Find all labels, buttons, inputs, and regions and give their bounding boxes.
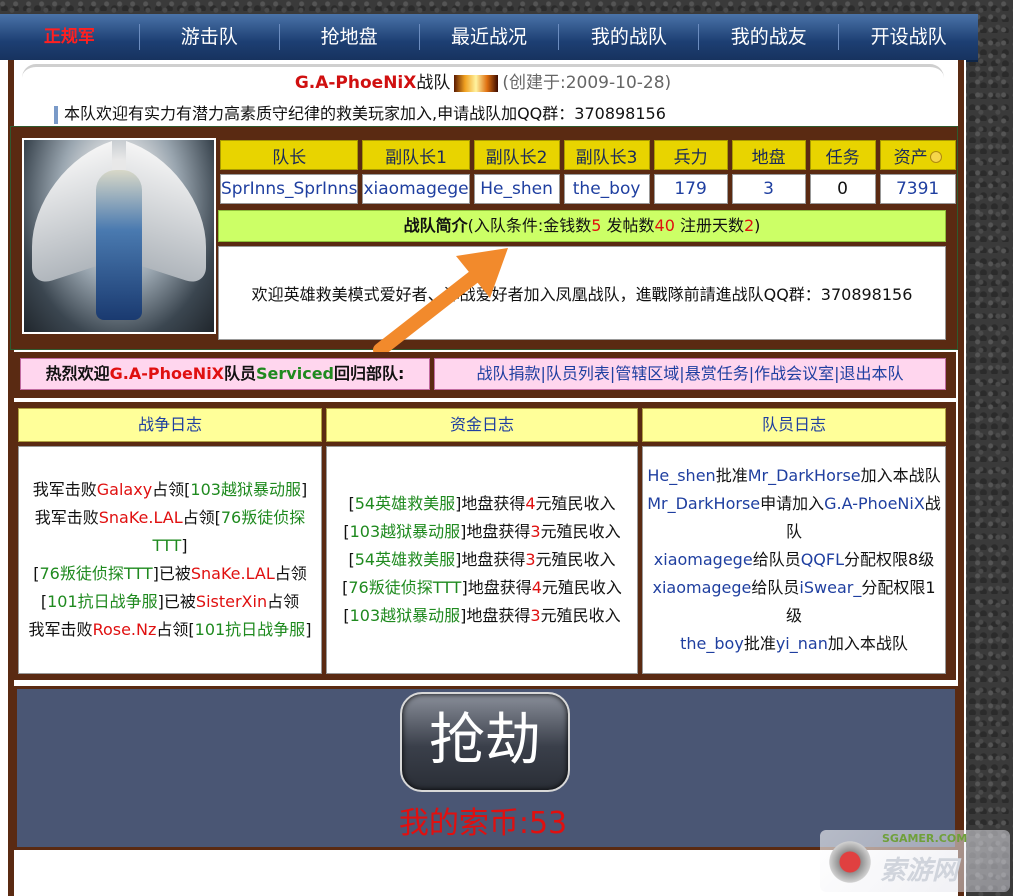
notice-text: 本队欢迎有实力有潜力高素质守纪律的救美玩家加入,申请战队加QQ群：3708981… (64, 104, 666, 123)
welcome-suffix: 回归部队: (334, 364, 405, 383)
stats-header-vice3: 副队长3 (563, 140, 650, 170)
intro-posts: 40 (654, 216, 675, 235)
team-name: G.A-PhoeNiX (294, 73, 417, 93)
list-item: [103越狱暴动服]地盘获得3元殖民收入 (343, 522, 621, 541)
stats-header-vice1: 副队长1 (362, 140, 470, 170)
link-donate[interactable]: 战队捐款 (476, 364, 540, 383)
list-item: Mr_DarkHorse申请加入G.A-PhoeNiX战队 (647, 494, 941, 541)
war-log: 战争日志 我军击败Galaxy占领[103越狱暴动服] 我军击败SnaKe.LA… (18, 408, 322, 674)
assets-label: 资产 (893, 147, 928, 168)
list-item: [54英雄救美服]地盘获得4元殖民收入 (348, 494, 616, 513)
link-territory[interactable]: 管辖区域 (615, 364, 679, 383)
watermark-site: SGAMER.COM (882, 832, 968, 845)
nav-create-team[interactable]: 开设战队 (839, 24, 978, 50)
team-logo-icon (454, 74, 499, 92)
member-log: 队员日志 He_shen批准Mr_DarkHorse加入本战队 Mr_DarkH… (642, 408, 946, 674)
fund-log: 资金日志 [54英雄救美服]地盘获得4元殖民收入 [103越狱暴动服]地盘获得3… (326, 408, 638, 674)
war-log-body: 我军击败Galaxy占领[103越狱暴动服] 我军击败SnaKe.LAL占领[7… (18, 446, 322, 674)
nav-grab-territory[interactable]: 抢地盘 (280, 24, 420, 50)
intro-days: 2 (743, 216, 755, 235)
stats-header-captain: 队长 (220, 140, 359, 170)
list-item: [54英雄救美服]地盘获得3元殖民收入 (348, 550, 616, 569)
sgamer-logo-icon (826, 838, 874, 886)
link-bounty[interactable]: 悬赏任务 (685, 364, 749, 383)
list-item: [76叛徒侦探TTT]已被SnaKe.LAL占领 (33, 564, 307, 583)
list-item: xiaomagege给队员QQFL分配权限8级 (653, 550, 935, 569)
list-item: [76叛徒侦探TTT]地盘获得4元殖民收入 (342, 578, 622, 597)
intro-text: 欢迎英雄救美模式爱好者、浑战爱好者加入凤凰战队，進戰隊前請進战队QQ群：3708… (218, 246, 946, 340)
list-item: 我军击败Rose.Nz占领[101抗日战争服] (28, 620, 312, 639)
nav-my-team[interactable]: 我的战队 (559, 24, 700, 50)
intro-posts-label: 发帖数 (601, 216, 655, 235)
vice1-link[interactable]: xiaomagege (362, 174, 470, 204)
list-item: xiaomagege给队员iSwear_分配权限1级 (652, 578, 936, 625)
welcome-prefix: 热烈欢迎 (45, 364, 110, 383)
intro-cond-close: ) (754, 216, 761, 235)
angel-figure (96, 170, 142, 320)
welcome-team: G.A-PhoeNiX (109, 364, 225, 383)
team-action-links: 战队捐款|队员列表|管辖区域|悬赏任务|作战会议室|退出本队 (434, 358, 946, 390)
coin-icon (929, 150, 942, 163)
top-nav: 正规军 游击队 抢地盘 最近战况 我的战队 我的战友 开设战队 (0, 14, 978, 62)
link-war-room[interactable]: 作战会议室 (754, 364, 834, 383)
stats-header-territory: 地盘 (731, 140, 806, 170)
member-log-body: He_shen批准Mr_DarkHorse加入本战队 Mr_DarkHorse申… (642, 446, 946, 674)
team-avatar (22, 138, 216, 334)
intro-days-label: 注册天数 (674, 216, 744, 235)
intro-money: 5 (591, 216, 602, 235)
vice2-link[interactable]: He_shen (473, 174, 560, 204)
sgamer-watermark: SGAMER.COM 索游网 (820, 830, 1010, 892)
list-item: 我军击败SnaKe.LAL占领[76叛徒侦探TTT] (34, 508, 306, 555)
link-member-list[interactable]: 队员列表 (546, 364, 610, 383)
nav-recent-battles[interactable]: 最近战况 (420, 24, 560, 50)
team-suffix: 战队 (416, 73, 451, 93)
link-quit-team[interactable]: 退出本队 (840, 364, 904, 383)
vice3-link[interactable]: the_boy (563, 174, 650, 204)
stats-header-vice2: 副队长2 (473, 140, 560, 170)
team-title: G.A-PhoeNiX战队 (创建于:2009-10-28) (0, 68, 966, 93)
list-item: [101抗日战争服]已被SisterXin占领 (40, 592, 300, 611)
captain-link[interactable]: SprInns_SprInns (220, 174, 359, 204)
list-item: [103越狱暴动服]地盘获得3元殖民收入 (343, 606, 621, 625)
intro-bar: 战队简介(入队条件:金钱数5 发帖数40 注册天数2) (218, 210, 946, 242)
nav-regular-army[interactable]: 正规军 (0, 24, 140, 50)
team-stats-table: 队长 副队长1 副队长2 副队长3 兵力 地盘 任务 资产 SprInns_Sp… (216, 136, 960, 208)
list-item: the_boy批准yi_nan加入本战队 (680, 634, 908, 653)
tasks-value: 0 (809, 174, 876, 204)
assets-value: 7391 (879, 174, 956, 204)
created-date: (创建于:2009-10-28) (502, 73, 672, 93)
welcome-member-label: 队员 (224, 364, 257, 383)
welcome-message: 热烈欢迎G.A-PhoeNiX队员Serviced回归部队: (20, 358, 430, 390)
fund-log-title: 资金日志 (326, 408, 638, 442)
member-log-title: 队员日志 (642, 408, 946, 442)
orange-arrow-icon (373, 248, 508, 357)
list-item: He_shen批准Mr_DarkHorse加入本战队 (647, 466, 941, 485)
war-log-title: 战争日志 (18, 408, 322, 442)
team-notice: 本队欢迎有实力有潜力高素质守纪律的救美玩家加入,申请战队加QQ群：3708981… (54, 100, 666, 124)
watermark-brand: 索游网 (880, 856, 959, 886)
territory-link[interactable]: 3 (731, 174, 806, 204)
stats-header-troops: 兵力 (653, 140, 728, 170)
nav-my-comrades[interactable]: 我的战友 (699, 24, 840, 50)
notice-bar-icon (54, 105, 58, 124)
welcome-member: Serviced (256, 364, 334, 383)
list-item: 我军击败Galaxy占领[103越狱暴动服] (32, 480, 308, 499)
stats-header-tasks: 任务 (809, 140, 876, 170)
troops-value: 179 (653, 174, 728, 204)
nav-guerrilla[interactable]: 游击队 (140, 24, 280, 50)
rob-button[interactable]: 抢劫 (400, 692, 570, 792)
fund-log-body: [54英雄救美服]地盘获得4元殖民收入 [103越狱暴动服]地盘获得3元殖民收入… (326, 446, 638, 674)
stats-header-assets: 资产 (879, 140, 956, 170)
